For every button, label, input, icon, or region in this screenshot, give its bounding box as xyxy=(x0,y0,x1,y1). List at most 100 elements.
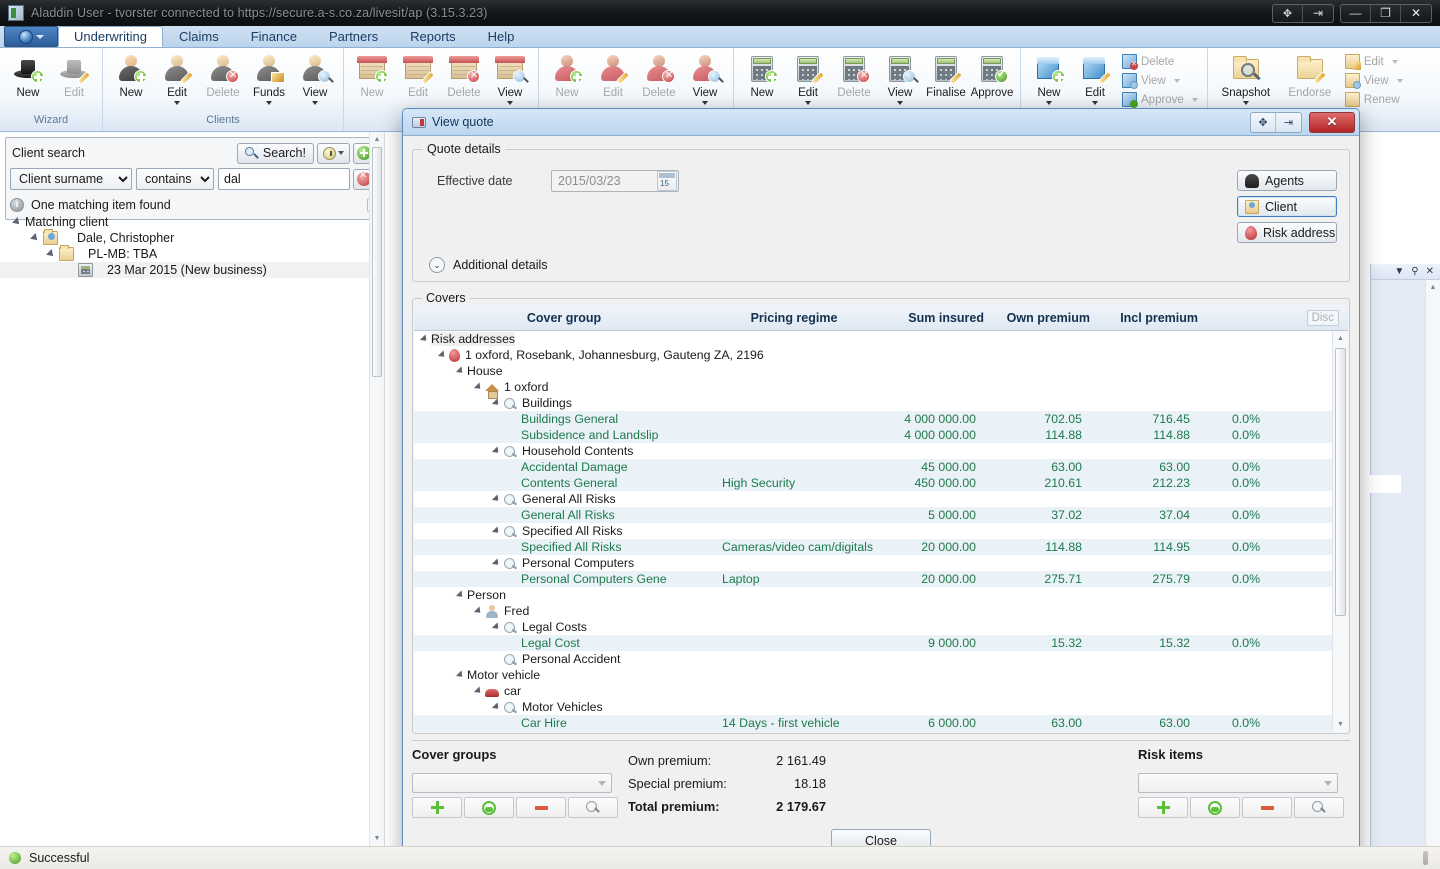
covers-row[interactable]: Contents GeneralHigh Security450 000.002… xyxy=(414,475,1332,491)
cover-groups-view-button[interactable] xyxy=(568,797,618,818)
wizard-new-button[interactable]: New xyxy=(5,50,51,99)
cover-groups-add-button[interactable] xyxy=(412,797,462,818)
covers-row[interactable]: Risk addresses xyxy=(414,331,1332,347)
search-operator-select[interactable]: contains xyxy=(136,168,214,190)
risk-items-edit-button[interactable]: Edit xyxy=(1072,50,1118,105)
expander-icon[interactable] xyxy=(12,217,22,227)
tree-node-matching-client[interactable]: Matching client xyxy=(0,214,370,230)
covers-row[interactable]: Subsidence and Landslip4 000 000.00114.8… xyxy=(414,427,1332,443)
minimize-button[interactable]: — xyxy=(1341,5,1371,22)
policies-delete-button[interactable]: Delete xyxy=(441,50,487,99)
covers-row[interactable]: Specified All Risks xyxy=(414,523,1332,539)
chevron-down-icon[interactable] xyxy=(897,101,903,105)
clients-edit-button[interactable]: Edit xyxy=(154,50,200,105)
named-persons-edit-button[interactable]: Edit xyxy=(590,50,636,99)
chevron-down-icon[interactable]: ▼ xyxy=(1394,266,1404,277)
agents-button[interactable]: Agents xyxy=(1237,170,1337,191)
covers-row[interactable]: Personal Computers xyxy=(414,555,1332,571)
application-menu-button[interactable] xyxy=(4,26,58,47)
chevron-down-icon[interactable] xyxy=(1046,101,1052,105)
tab-finance[interactable]: Finance xyxy=(235,26,313,47)
clients-delete-button[interactable]: Delete xyxy=(200,50,246,99)
named-persons-view-button[interactable]: View xyxy=(682,50,728,105)
quotes-view-button[interactable]: View xyxy=(877,50,923,105)
tree-node-client[interactable]: Dale, Christopher xyxy=(0,230,370,246)
scroll-down-icon[interactable]: ▼ xyxy=(1333,717,1348,732)
scroll-thumb[interactable] xyxy=(1335,348,1346,616)
restore-into-icon[interactable]: ⇥ xyxy=(1303,5,1333,22)
covers-row[interactable]: House xyxy=(414,363,1332,379)
column-pricing-regime[interactable]: Pricing regime xyxy=(714,311,874,325)
covers-row[interactable]: car xyxy=(414,683,1332,699)
expander-icon[interactable] xyxy=(456,366,465,375)
expander-icon[interactable] xyxy=(474,382,483,391)
covers-row[interactable]: Car Hire14 Days - first vehicle6 000.006… xyxy=(414,715,1332,731)
additional-details-toggle[interactable]: ⌄ Additional details xyxy=(421,257,1341,273)
column-sum-insured[interactable]: Sum insured xyxy=(874,311,984,325)
covers-row[interactable]: Buildings xyxy=(414,395,1332,411)
risk-items-refresh-button[interactable] xyxy=(1190,797,1240,818)
wizard-edit-button[interactable]: Edit xyxy=(51,50,97,99)
snapshot-renew-button[interactable]: Renew xyxy=(1341,90,1407,109)
scroll-down-icon[interactable]: ▼ xyxy=(370,831,384,846)
risk-items-delete-button[interactable]: Delete xyxy=(1118,52,1202,71)
expander-icon[interactable] xyxy=(492,398,501,407)
chevron-down-icon[interactable] xyxy=(312,101,318,105)
expander-icon[interactable] xyxy=(492,622,501,631)
expander-icon[interactable] xyxy=(492,494,501,503)
risk-items-combo[interactable] xyxy=(1138,773,1338,793)
quotes-approve-button[interactable]: Approve xyxy=(969,50,1015,99)
expander-icon[interactable] xyxy=(456,670,465,679)
covers-row[interactable]: Motor Vehicles xyxy=(414,699,1332,715)
tab-reports[interactable]: Reports xyxy=(394,26,472,47)
snapshot-button[interactable]: Snapshot xyxy=(1213,50,1279,105)
clients-new-button[interactable]: New xyxy=(108,50,154,99)
expander-icon[interactable] xyxy=(438,350,447,359)
chevron-down-icon[interactable] xyxy=(1397,79,1403,83)
covers-row[interactable]: General All Risks xyxy=(414,491,1332,507)
move-dialog-icon[interactable]: ✥ xyxy=(1251,113,1276,132)
cover-groups-refresh-button[interactable] xyxy=(464,797,514,818)
tab-underwriting[interactable]: Underwriting xyxy=(58,26,163,47)
chevron-down-icon[interactable] xyxy=(1174,79,1180,83)
resize-grip-icon[interactable] xyxy=(1423,851,1428,865)
expander-icon[interactable] xyxy=(492,526,501,535)
cover-groups-combo[interactable] xyxy=(412,773,612,793)
expander-icon[interactable] xyxy=(474,606,483,615)
covers-row[interactable]: Personal Computers GeneLaptop20 000.0027… xyxy=(414,571,1332,587)
column-disc[interactable]: Disc xyxy=(1307,310,1339,326)
policies-view-button[interactable]: View xyxy=(487,50,533,105)
covers-row[interactable]: Personal Accident xyxy=(414,651,1332,667)
chevron-down-icon[interactable] xyxy=(1192,98,1198,102)
covers-scrollbar[interactable]: ▲ ▼ xyxy=(1332,331,1348,732)
quotes-finalise-button[interactable]: Finalise xyxy=(923,50,969,99)
risk-items-remove-button[interactable] xyxy=(1242,797,1292,818)
chevron-down-icon[interactable]: ⌄ xyxy=(429,257,445,273)
risk-items-view-button[interactable] xyxy=(1294,797,1344,818)
covers-row[interactable]: Motor ComprehensiveCompulsory car hire12… xyxy=(414,731,1332,732)
quotes-new-button[interactable]: New xyxy=(739,50,785,99)
quotes-delete-button[interactable]: Delete xyxy=(831,50,877,99)
chevron-down-icon[interactable] xyxy=(1092,101,1098,105)
search-button[interactable]: Search! xyxy=(237,143,314,164)
expander-icon[interactable] xyxy=(492,558,501,567)
covers-row[interactable]: Motor vehicle xyxy=(414,667,1332,683)
tree-node-policy[interactable]: PL-MB: TBA xyxy=(0,246,370,262)
snapshot-edit-button[interactable]: Edit xyxy=(1341,52,1407,71)
dialog-close-button[interactable]: ✕ xyxy=(1309,112,1355,133)
covers-row[interactable]: Person xyxy=(414,587,1332,603)
covers-row[interactable]: 1 oxford, Rosebank, Johannesburg, Gauten… xyxy=(414,347,1332,363)
expander-icon[interactable] xyxy=(474,686,483,695)
risk-items-new-button[interactable]: New xyxy=(1026,50,1072,105)
risk-items-view-button[interactable]: View xyxy=(1118,71,1202,90)
snapshot-view-button[interactable]: View xyxy=(1341,71,1407,90)
risk-items-add-button[interactable] xyxy=(1138,797,1188,818)
policies-new-button[interactable]: New xyxy=(349,50,395,99)
tab-help[interactable]: Help xyxy=(472,26,531,47)
calendar-icon[interactable]: 15 xyxy=(657,171,677,191)
covers-row[interactable]: 1 oxford xyxy=(414,379,1332,395)
chevron-down-icon[interactable] xyxy=(702,101,708,105)
tree-node-quote[interactable]: 23 Mar 2015 (New business) xyxy=(0,262,370,278)
tab-claims[interactable]: Claims xyxy=(163,26,235,47)
covers-row[interactable]: Legal Costs xyxy=(414,619,1332,635)
